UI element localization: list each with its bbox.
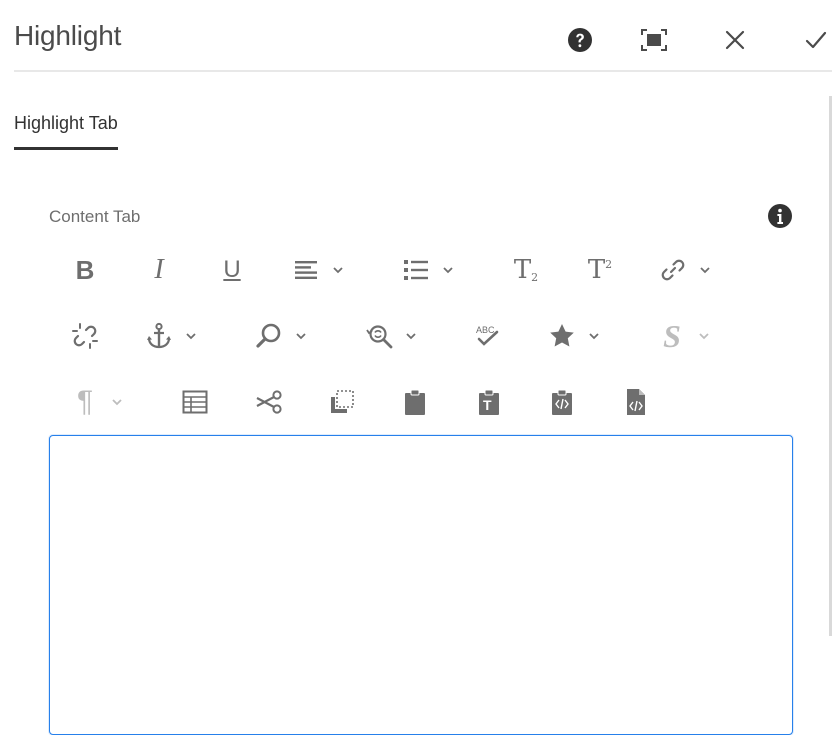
- paste-as-text-button[interactable]: T: [472, 382, 506, 422]
- chevron-down-icon: [296, 333, 306, 340]
- superscript-icon: T2: [587, 255, 613, 285]
- clipboard-icon: [405, 389, 425, 415]
- clipboard-text-icon: T: [472, 385, 506, 419]
- dialog-title: Highlight: [14, 20, 122, 51]
- chevron-down-icon: [589, 333, 599, 340]
- tab-active-indicator: [14, 147, 118, 150]
- subscript-icon: T2: [513, 255, 539, 285]
- italic-button[interactable]: I: [142, 250, 176, 290]
- copy-icon: [331, 390, 354, 413]
- superscript-button[interactable]: T2: [583, 250, 617, 290]
- rich-text-editor[interactable]: [49, 435, 793, 735]
- find-replace-dropdown[interactable]: [362, 316, 420, 356]
- tab-highlight[interactable]: Highlight Tab: [14, 112, 120, 150]
- close-button[interactable]: [719, 24, 751, 56]
- table-icon: [182, 390, 208, 414]
- pilcrow-icon: ¶: [76, 385, 94, 418]
- scissors-icon: [256, 390, 282, 414]
- fullscreen-icon: [641, 29, 667, 51]
- cut-button[interactable]: [252, 382, 286, 422]
- bulleted-list-icon: [404, 260, 428, 280]
- chevron-down-icon: [443, 267, 453, 274]
- help-button[interactable]: [564, 24, 596, 56]
- find-replace-icon: [366, 325, 393, 349]
- list-dropdown[interactable]: [399, 250, 457, 290]
- chevron-down-icon: [186, 333, 196, 340]
- align-left-icon: [295, 261, 317, 279]
- paste-from-word-button[interactable]: [545, 382, 579, 422]
- spellcheck-icon: ABC: [472, 319, 506, 353]
- bold-button[interactable]: B: [68, 250, 102, 290]
- field-label: Content Tab: [49, 207, 141, 226]
- paste-button[interactable]: [398, 382, 432, 422]
- special-characters-dropdown[interactable]: [545, 316, 603, 356]
- underline-icon: U: [223, 256, 241, 283]
- anchor-icon: [147, 322, 171, 349]
- search-icon: [256, 323, 281, 348]
- checkmark-icon: [805, 31, 827, 49]
- italic-icon: I: [154, 254, 164, 285]
- chevron-down-icon: [112, 399, 122, 406]
- file-code-icon: [627, 389, 645, 415]
- star-icon: [550, 324, 574, 347]
- help-icon: [568, 28, 592, 52]
- clipboard-code-icon: [552, 389, 572, 415]
- header-divider: [14, 70, 832, 72]
- find-dropdown[interactable]: [252, 316, 310, 356]
- subscript-button[interactable]: T2: [509, 250, 543, 290]
- chevron-down-icon: [406, 333, 416, 340]
- justify-dropdown[interactable]: [289, 250, 347, 290]
- close-icon: [725, 30, 745, 50]
- info-button[interactable]: [767, 203, 793, 229]
- source-edit-button[interactable]: [619, 382, 653, 422]
- chevron-down-icon: [699, 333, 709, 340]
- done-button[interactable]: [800, 24, 832, 56]
- dialog-header: Highlight: [0, 0, 832, 72]
- underline-button[interactable]: U: [215, 250, 249, 290]
- chevron-down-icon: [700, 267, 710, 274]
- unlink-icon: [72, 323, 98, 349]
- styles-icon: S: [663, 318, 681, 354]
- table-button[interactable]: [178, 382, 212, 422]
- spellcheck-button[interactable]: ABC: [472, 316, 506, 356]
- bold-icon: B: [75, 255, 95, 285]
- copy-button[interactable]: [325, 382, 359, 422]
- fullscreen-button[interactable]: [638, 24, 670, 56]
- unlink-button[interactable]: [68, 316, 102, 356]
- chevron-down-icon: [333, 267, 343, 274]
- link-dropdown[interactable]: [656, 250, 714, 290]
- info-icon: [768, 204, 792, 228]
- anchor-dropdown[interactable]: [142, 316, 200, 356]
- styles-dropdown[interactable]: S: [655, 316, 713, 356]
- paragraph-format-dropdown[interactable]: ¶: [68, 382, 126, 422]
- link-icon: [661, 259, 685, 281]
